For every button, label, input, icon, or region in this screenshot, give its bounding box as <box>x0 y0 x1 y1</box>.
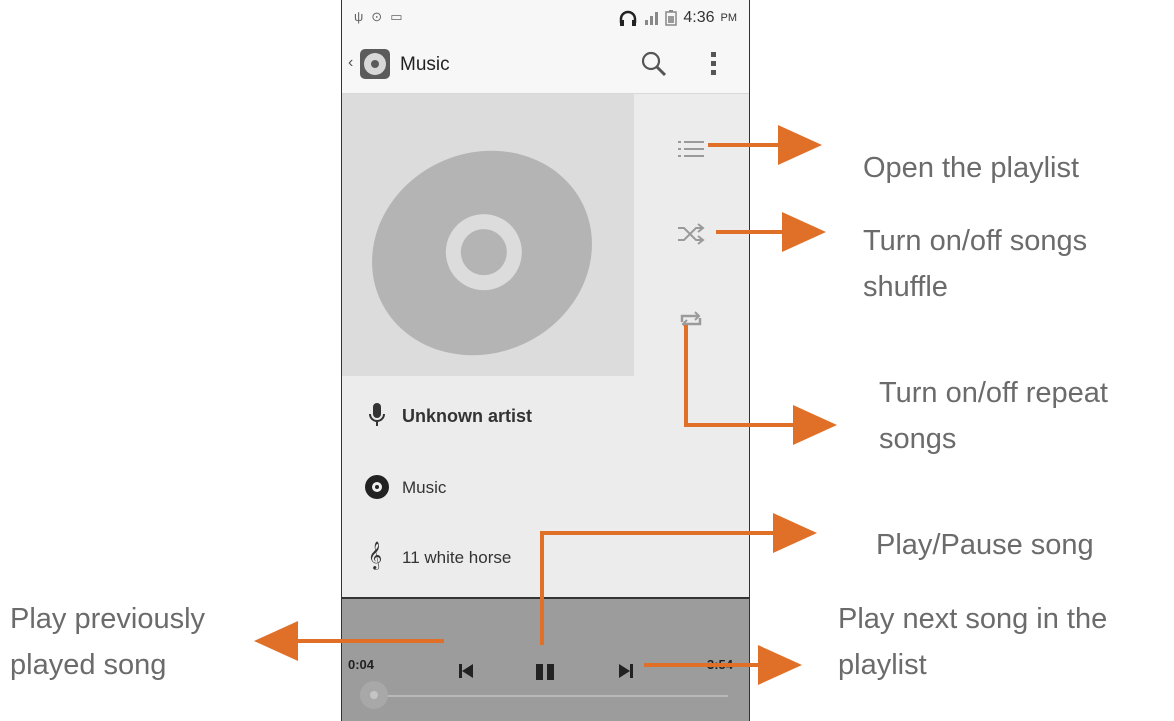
callout-previous-line2: played song <box>10 649 167 681</box>
callout-open-playlist: Open the playlist <box>863 145 1079 191</box>
callout-shuffle: Turn on/off songs shuffle <box>863 218 1087 310</box>
callout-next-line2: playlist <box>838 649 927 681</box>
arrow-playpause <box>540 531 775 645</box>
callout-playpause: Play/Pause song <box>876 522 1094 568</box>
callout-shuffle-line1: Turn on/off songs <box>863 225 1088 257</box>
callout-previous-line1: Play previously <box>10 603 206 635</box>
callout-previous: Play previously played song <box>10 596 205 688</box>
arrowhead-previous <box>254 621 298 661</box>
callout-next: Play next song in the playlist <box>838 596 1107 688</box>
callout-playlist-text: Open the playlist <box>863 152 1080 184</box>
callout-repeat-line2: songs <box>879 423 957 455</box>
arrow-repeat <box>684 325 795 427</box>
callout-next-line1: Play next song in the <box>838 603 1108 635</box>
callout-repeat: Turn on/off repeat songs <box>879 370 1108 462</box>
arrowhead-repeat <box>793 405 837 445</box>
arrowhead-playlist <box>778 125 822 165</box>
arrowhead-next <box>758 645 802 685</box>
callout-shuffle-line2: shuffle <box>863 271 948 303</box>
arrowhead-playpause <box>773 513 817 553</box>
callout-playpause-text: Play/Pause song <box>876 529 1094 561</box>
callout-repeat-line1: Turn on/off repeat <box>879 377 1108 409</box>
arrowhead-shuffle <box>782 212 826 252</box>
